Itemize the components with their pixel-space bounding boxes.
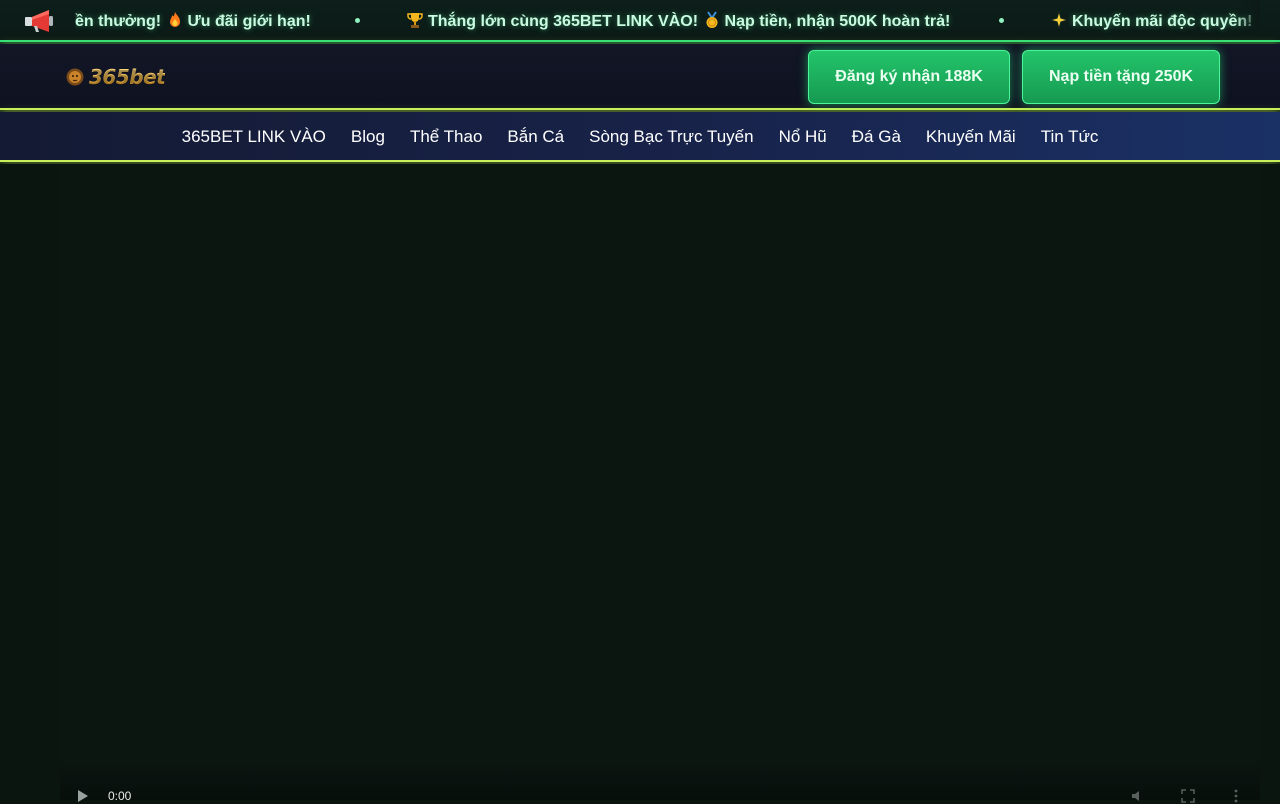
nav-item-365bet-link[interactable]: 365BET LINK VÀO <box>182 127 326 147</box>
video-player[interactable]: 0:00 <box>60 164 1260 803</box>
nav-item-live-casino[interactable]: Sòng Bạc Trực Tuyến <box>589 127 753 147</box>
megaphone-icon <box>25 10 53 32</box>
ticker-message: Thắng lớn cùng 365BET LINK VÀO! Nạp tiền… <box>406 11 950 32</box>
trophy-icon <box>407 13 423 28</box>
nav-item-news[interactable]: Tin Tức <box>1041 127 1099 147</box>
volume-icon[interactable] <box>1130 788 1146 804</box>
main-navigation: 365BET LINK VÀO Blog Thể Thao Bắn Cá Sòn… <box>0 112 1280 162</box>
nav-item-slots[interactable]: Nổ Hũ <box>779 127 827 147</box>
video-time: 0:00 <box>108 789 132 803</box>
ticker-track: ền thưởng! Ưu đãi giới hạn! Thắng lớn cù… <box>75 0 1260 40</box>
ticker-message: Khuyến mãi độc quyền! <box>1050 11 1252 32</box>
nav-item-promotions[interactable]: Khuyến Mãi <box>926 127 1016 147</box>
ticker-fade <box>1236 0 1260 40</box>
main-content: 0:00 <box>0 164 1280 803</box>
nav-item-fishing[interactable]: Bắn Cá <box>507 127 564 147</box>
play-icon[interactable] <box>78 790 88 802</box>
video-controls: 0:00 <box>60 760 1260 803</box>
lion-emblem-icon <box>66 68 84 86</box>
logo-text: 365bet <box>89 65 166 89</box>
nav-item-blog[interactable]: Blog <box>351 127 385 147</box>
site-header: 365bet Đăng ký nhận 188K Nạp tiền tặng 2… <box>0 44 1280 110</box>
sparkle-icon <box>1050 11 1068 29</box>
fire-icon <box>169 12 180 27</box>
register-bonus-button[interactable]: Đăng ký nhận 188K <box>808 50 1010 104</box>
fullscreen-icon[interactable] <box>1180 788 1196 804</box>
site-logo[interactable]: 365bet <box>65 64 166 90</box>
medal-icon <box>706 11 718 28</box>
deposit-bonus-button[interactable]: Nạp tiền tặng 250K <box>1022 50 1220 104</box>
nav-list: 365BET LINK VÀO Blog Thể Thao Bắn Cá Sòn… <box>0 112 1280 162</box>
announcement-ticker: ền thưởng! Ưu đãi giới hạn! Thắng lớn cù… <box>0 0 1280 42</box>
ticker-separator <box>355 18 360 23</box>
nav-item-cockfighting[interactable]: Đá Gà <box>852 127 901 147</box>
more-options-icon[interactable] <box>1228 788 1244 804</box>
ticker-message: ền thưởng! Ưu đãi giới hạn! <box>75 12 311 30</box>
ticker-separator <box>999 18 1004 23</box>
nav-item-sports[interactable]: Thể Thao <box>410 127 482 147</box>
